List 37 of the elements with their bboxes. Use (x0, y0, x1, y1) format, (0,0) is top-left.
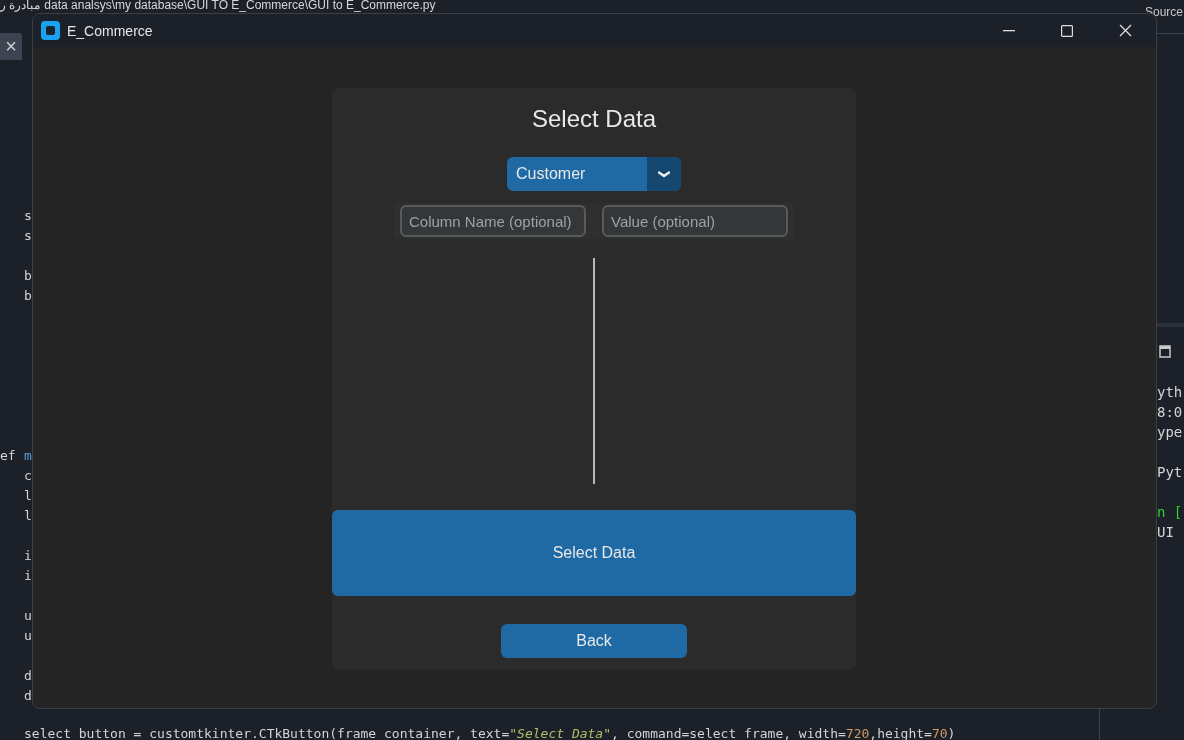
console-text: ype (1157, 424, 1183, 440)
console-text: 8:0 (1157, 404, 1183, 420)
folder-name: مبادرة ر (0, 0, 41, 12)
code-fragment: s (24, 227, 32, 245)
code-fragment: d (24, 667, 32, 685)
chevron-down-icon (658, 170, 670, 178)
code-fragment: s (24, 207, 32, 225)
code-fragment: i (24, 547, 32, 565)
table-dropdown[interactable]: Customer (507, 157, 681, 191)
close-icon[interactable] (1118, 24, 1132, 37)
file-path: data analsys\my database\GUI TO E_Commerce\GUI to E_Commerce.py (44, 0, 436, 12)
panel-title: Select Data (531, 105, 657, 133)
filter-field[interactable]: Column Name (optional) (400, 205, 586, 237)
code-fragment: u (24, 627, 32, 645)
app-icon (41, 21, 60, 40)
window-icon[interactable] (1159, 345, 1171, 358)
code-fragment: b (24, 287, 32, 305)
code-fragment: b (24, 267, 32, 285)
console-text: Pyt (1157, 464, 1183, 480)
close-tab-button[interactable]: × (0, 33, 22, 60)
minimize-icon[interactable] (1003, 29, 1015, 32)
filter-field[interactable]: Value (optional) (602, 205, 788, 237)
code-fragment: l (24, 487, 32, 505)
console-text: yth (1157, 384, 1183, 400)
code-fragment: u (24, 607, 32, 625)
code-fragment: i (24, 567, 32, 585)
back-button[interactable]: Back (501, 624, 687, 658)
console-prompt: n [ (1157, 504, 1183, 520)
select-data-button[interactable]: Select Data (332, 510, 856, 596)
code-fragment: d (24, 687, 32, 705)
code-fragment: ef (0, 447, 16, 465)
code-fragment: m (24, 447, 32, 465)
window-title: E_Commerce (67, 22, 154, 39)
maximize-icon[interactable] (1061, 24, 1073, 37)
code-fragment: l (24, 507, 32, 525)
code-fragment: c (24, 467, 32, 485)
console-text: UI (1157, 524, 1174, 540)
